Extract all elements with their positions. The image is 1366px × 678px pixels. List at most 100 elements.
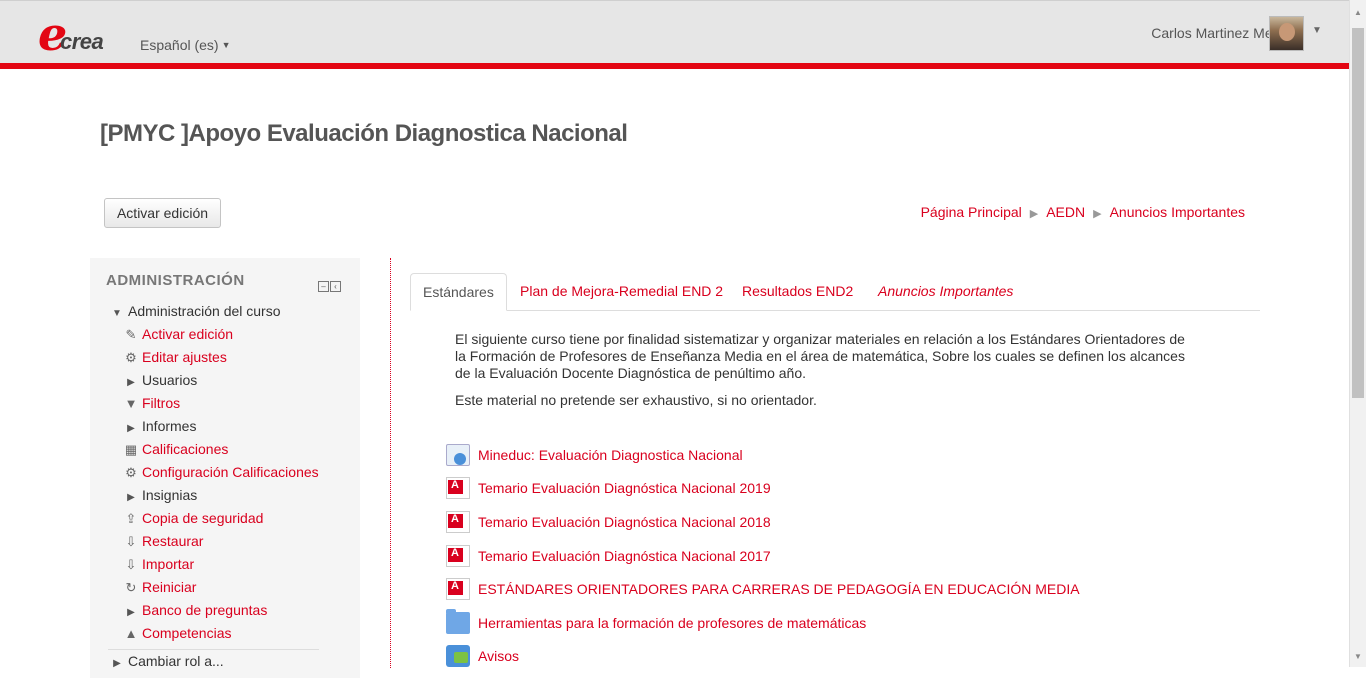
breadcrumb-separator-icon: ▶: [1029, 208, 1039, 220]
chevron-down-icon: ▼: [221, 40, 231, 50]
tab-2[interactable]: Resultados END2: [742, 273, 853, 311]
table-icon: ▦: [124, 442, 138, 457]
page-title: [PMYC ]Apoyo Evaluación Diagnostica Naci…: [100, 120, 628, 147]
resource-link[interactable]: Temario Evaluación Diagnóstica Nacional …: [446, 539, 1080, 573]
resource-link[interactable]: Mineduc: Evaluación Diagnostica Nacional: [446, 438, 1080, 472]
admin-item-label: Banco de preguntas: [142, 602, 268, 618]
admin-item-label: Reiniciar: [142, 579, 197, 595]
expand-arrow-icon: ▶: [127, 492, 135, 503]
resource-link[interactable]: Avisos: [446, 640, 1080, 674]
language-selector[interactable]: Español (es) ▼: [140, 37, 231, 53]
admin-item-label: Copia de seguridad: [142, 510, 264, 526]
avatar[interactable]: [1269, 16, 1304, 51]
resource-label: Temario Evaluación Diagnóstica Nacional …: [478, 547, 771, 564]
tree-root-label: Administración del curso: [128, 303, 281, 319]
resource-link[interactable]: Herramientas para la formación de profes…: [446, 606, 1080, 640]
resource-label: ESTÁNDARES ORIENTADORES PARA CARRERAS DE…: [478, 581, 1080, 598]
download-icon: ⇩: [125, 557, 137, 572]
pdf-icon: [446, 477, 470, 500]
pencil-icon: ✎: [125, 327, 137, 342]
admin-item[interactable]: ▲ Competencias: [108, 622, 319, 645]
tab-3[interactable]: Anuncios Importantes: [878, 273, 1013, 311]
expand-arrow-icon: ▶: [127, 607, 135, 618]
admin-item-label: Restaurar: [142, 533, 204, 549]
admin-item[interactable]: ⚙ Configuración Calificaciones: [108, 461, 319, 484]
admin-item[interactable]: ▶ Insignias: [108, 484, 319, 507]
url-icon: [446, 443, 470, 466]
resource-link[interactable]: Temario Evaluación Diagnóstica Nacional …: [446, 472, 1080, 506]
resource-label: Temario Evaluación Diagnóstica Nacional …: [478, 480, 771, 497]
header-accent-line: [0, 63, 1349, 69]
admin-item[interactable]: ▶ Usuarios: [108, 369, 319, 392]
upload-icon: ⇪: [125, 511, 137, 526]
admin-item[interactable]: ⇩ Restaurar: [108, 530, 319, 553]
chevron-down-icon[interactable]: ▼: [1312, 25, 1322, 36]
admin-item-label: Calificaciones: [142, 441, 229, 457]
tab-1[interactable]: Plan de Mejora-Remedial END 2: [520, 273, 723, 311]
resource-list: Mineduc: Evaluación Diagnostica Nacional…: [446, 438, 1080, 673]
admin-item-label: Editar ajustes: [142, 349, 227, 365]
page-scrollbar[interactable]: ▲ ▼: [1349, 0, 1366, 667]
admin-item[interactable]: ⇪ Copia de seguridad: [108, 507, 319, 530]
pdf-icon: [446, 510, 470, 533]
resource-label: Mineduc: Evaluación Diagnostica Nacional: [478, 446, 743, 463]
block-heading: ADMINISTRACIÓN: [106, 272, 245, 289]
activate-editing-button[interactable]: Activar edición: [104, 198, 221, 228]
folder-icon: [446, 608, 470, 634]
expanded-arrow-icon: ▼: [112, 308, 122, 319]
admin-item-label: Filtros: [142, 395, 181, 411]
resource-label: Herramientas para la formación de profes…: [478, 614, 867, 631]
admin-item[interactable]: ⚙ Editar ajustes: [108, 346, 319, 369]
pdf-icon: [446, 578, 470, 601]
ecrea-logo[interactable]: e crea: [38, 7, 120, 61]
section-description: El siguiente curso tiene por finalidad s…: [455, 331, 1195, 419]
tree-root-switch-role[interactable]: ▶ Cambiar rol a...: [108, 649, 319, 672]
expand-arrow-icon: ▶: [127, 423, 135, 434]
expand-arrow-icon: ▶: [113, 658, 121, 669]
download-icon: ⇩: [125, 534, 137, 549]
admin-item-label: Activar edición: [142, 326, 234, 342]
expand-arrow-icon: ▶: [127, 377, 135, 388]
admin-item[interactable]: ▶ Banco de preguntas: [108, 599, 319, 622]
tab-0[interactable]: Estándares: [410, 273, 507, 311]
description-paragraph: El siguiente curso tiene por finalidad s…: [455, 331, 1185, 381]
admin-item[interactable]: ⇩ Importar: [108, 553, 319, 576]
breadcrumb-home[interactable]: Página Principal: [921, 204, 1022, 220]
breadcrumb-current[interactable]: Anuncios Importantes: [1110, 204, 1245, 220]
pdf-icon: [446, 544, 470, 567]
column-divider: [390, 258, 391, 668]
collapse-icon[interactable]: –: [318, 281, 329, 292]
resource-link[interactable]: Temario Evaluación Diagnóstica Nacional …: [446, 505, 1080, 539]
resource-label: Temario Evaluación Diagnóstica Nacional …: [478, 513, 771, 530]
admin-item-label: Insignias: [142, 487, 198, 503]
breadcrumb-course[interactable]: AEDN: [1046, 204, 1085, 220]
logo-text: crea: [60, 29, 104, 54]
dock-icon[interactable]: ‹: [330, 281, 341, 292]
admin-item-label: Competencias: [142, 625, 232, 641]
admin-item[interactable]: ▶ Informes: [108, 415, 319, 438]
admin-item[interactable]: ▦ Calificaciones: [108, 438, 319, 461]
top-navbar: e crea Español (es) ▼ Carlos Martinez Men…: [0, 0, 1349, 63]
admin-item-label: Importar: [142, 556, 195, 572]
admin-item-label: Informes: [142, 418, 197, 434]
scrollbar-thumb[interactable]: [1352, 28, 1364, 398]
description-paragraph: Este material no pretende ser exhaustivo…: [455, 392, 817, 408]
resource-link[interactable]: ESTÁNDARES ORIENTADORES PARA CARRERAS DE…: [446, 572, 1080, 606]
admin-item-label: Usuarios: [142, 372, 198, 388]
admin-item[interactable]: ✎ Activar edición: [108, 323, 319, 346]
admin-tree: ▼ Administración del curso ✎ Activar edici…: [108, 300, 319, 672]
scroll-up-icon[interactable]: ▲: [1354, 8, 1362, 17]
admin-item-label: Configuración Calificaciones: [142, 464, 319, 480]
breadcrumb-separator-icon: ▶: [1093, 208, 1102, 220]
tree-root-course-admin[interactable]: ▼ Administración del curso: [108, 300, 319, 323]
admin-item[interactable]: ▼ Filtros: [108, 392, 319, 415]
admin-item[interactable]: ↻ Reiniciar: [108, 576, 319, 599]
resource-label: Avisos: [478, 648, 519, 665]
block-controls: – ‹: [317, 276, 341, 294]
forum-icon: [446, 645, 470, 668]
section-tabs: Estándares Plan de Mejora-Remedial END 2 R…: [410, 273, 1260, 311]
gear-icon: ⚙: [125, 465, 137, 480]
filter-icon: ▼: [124, 396, 138, 411]
competencies-icon: ▲: [124, 626, 138, 641]
scroll-down-icon[interactable]: ▼: [1354, 652, 1362, 661]
